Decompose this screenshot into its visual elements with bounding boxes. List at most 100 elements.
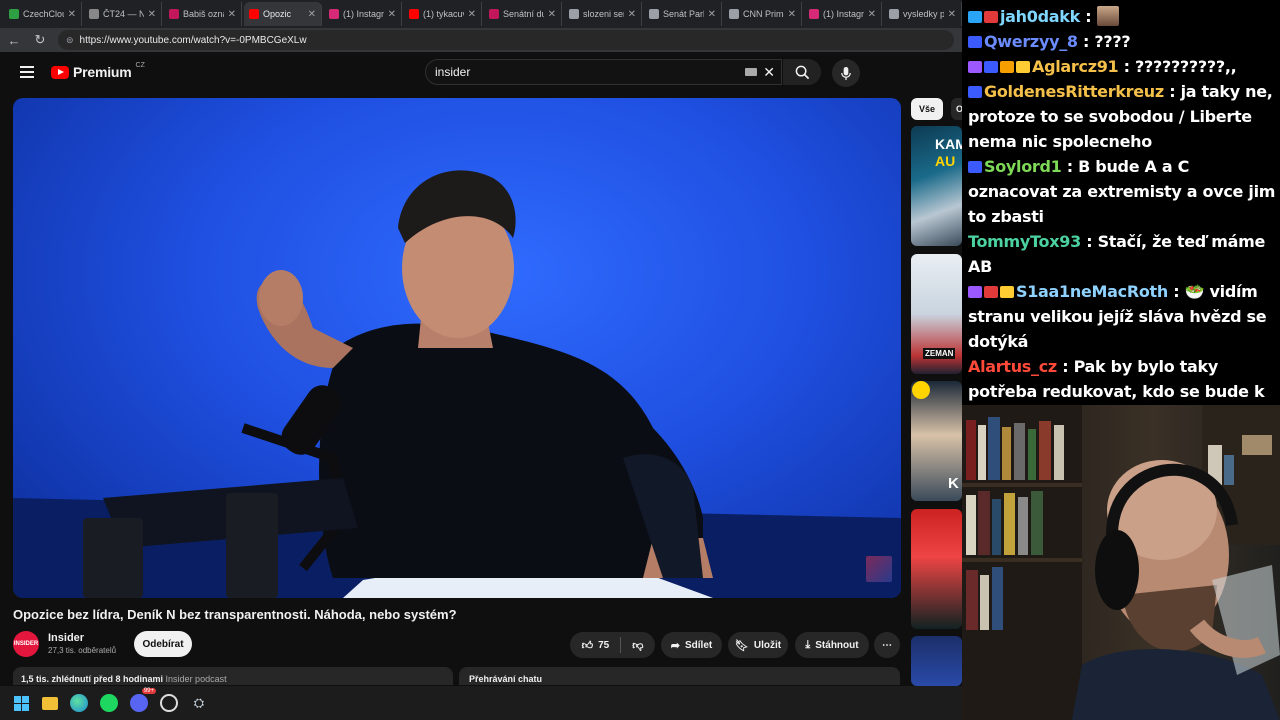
browser-tab[interactable]: ČT24 — Ne ✕ xyxy=(84,2,162,26)
browser-tab[interactable]: Babiš oznám ✕ xyxy=(164,2,242,26)
browser-tab[interactable]: (1) tykacuv ✕ xyxy=(404,2,482,26)
close-tab-icon[interactable]: ✕ xyxy=(548,9,556,20)
browser-tab[interactable]: Senát Parlam ✕ xyxy=(644,2,722,26)
browser-tab[interactable]: Senátní dur ✕ xyxy=(484,2,562,26)
menu-icon[interactable] xyxy=(20,66,34,78)
share-button[interactable]: ➦ Sdílet xyxy=(661,632,722,658)
site-info-icon[interactable]: ⊜ xyxy=(66,35,74,46)
miniplayer-thumbnail[interactable] xyxy=(866,556,892,582)
tab-favicon-icon xyxy=(889,9,899,19)
close-tab-icon[interactable]: ✕ xyxy=(228,9,236,20)
search-button[interactable] xyxy=(783,59,821,85)
youtube-logo[interactable]: Premium CZ xyxy=(51,62,145,80)
screen: CzechClou✕ČT24 — Ne✕Babiš oznám✕Opozic✕(… xyxy=(0,0,1280,720)
chat-badge-icon xyxy=(1000,61,1014,73)
reload-icon[interactable]: ↻ xyxy=(32,32,48,48)
discord-icon[interactable]: 99+ xyxy=(130,688,156,712)
browser-tab[interactable]: Opozic ✕ xyxy=(244,2,322,26)
recommended-video-thumbnail[interactable]: ZEMAN xyxy=(911,254,962,374)
tab-title: Opozic xyxy=(263,9,292,19)
video-frame xyxy=(13,170,901,598)
channel-name[interactable]: Insider xyxy=(48,632,84,644)
thumbnail-tag: ZEMAN xyxy=(923,348,956,359)
chat-badge-icon xyxy=(968,86,982,98)
browser-tab[interactable]: slozeni sena ✕ xyxy=(564,2,642,26)
tab-title: Senát Parlam xyxy=(663,9,704,19)
close-tab-icon[interactable]: ✕ xyxy=(468,9,476,20)
chat-separator: : xyxy=(1056,357,1074,376)
close-tab-icon[interactable]: ✕ xyxy=(308,9,316,20)
url-text: https://www.youtube.com/watch?v=-0PMBCGe… xyxy=(79,34,307,46)
save-button[interactable]: 🔖︎ Uložit xyxy=(728,632,788,658)
chat-message: S1aa1neMacRoth : 🥗 vidím stranu velikou … xyxy=(968,279,1276,354)
stream-chat-overlay: jah0dakk : Qwerzyy_8 : ???? Aglarcz91 : ?… xyxy=(962,0,1280,451)
steam-icon[interactable]: ⛭ xyxy=(190,694,208,712)
browser-tab[interactable]: (1) Instagram ✕ xyxy=(324,2,402,26)
chat-badge-icon xyxy=(1000,286,1014,298)
chat-username: jah0dakk xyxy=(1000,7,1080,26)
like-button[interactable]: 👍︎ xyxy=(582,639,594,652)
chat-message: Soylord1 : B bude A a C oznacovat za ext… xyxy=(968,154,1276,229)
recommended-video-thumbnail[interactable] xyxy=(911,509,962,629)
clear-search-icon[interactable]: ✕ xyxy=(763,64,775,81)
tab-title: CNN Prima xyxy=(743,9,784,19)
voice-search-button[interactable] xyxy=(832,59,860,87)
file-explorer-icon[interactable] xyxy=(42,696,58,710)
close-tab-icon[interactable]: ✕ xyxy=(628,9,636,20)
chat-badge-icon xyxy=(968,36,982,48)
chat-badge-icon xyxy=(984,61,998,73)
search-icon xyxy=(795,65,809,79)
browser-tab[interactable]: vysledky pa ✕ xyxy=(884,2,962,26)
browser-tab[interactable]: (1) Instagram ✕ xyxy=(804,2,882,26)
tab-favicon-icon xyxy=(169,9,179,19)
browser-tab[interactable]: CzechClou ✕ xyxy=(4,2,82,26)
tab-favicon-icon xyxy=(409,9,419,19)
video-player[interactable] xyxy=(13,98,901,598)
youtube-brand: Premium xyxy=(73,64,132,80)
tab-title: Senátní dur xyxy=(503,9,544,19)
like-count[interactable]: 75 xyxy=(598,640,609,651)
search-input[interactable]: insider ✕ xyxy=(425,59,782,85)
back-arrow-icon[interactable]: ← xyxy=(6,33,22,48)
recommended-video-thumbnail[interactable]: K xyxy=(911,381,962,501)
close-tab-icon[interactable]: ✕ xyxy=(388,9,396,20)
subscribe-button[interactable]: Odebírat xyxy=(134,631,192,657)
download-button[interactable]: ⤓ Stáhnout xyxy=(795,632,869,658)
thumbnail-letter: K xyxy=(948,475,959,492)
chat-badge-icon xyxy=(968,286,982,298)
description-tag[interactable]: Insider podcast xyxy=(166,674,227,684)
spotify-icon[interactable] xyxy=(100,694,118,712)
recommended-video-thumbnail[interactable] xyxy=(911,636,962,686)
edge-browser-icon[interactable] xyxy=(70,694,88,712)
recommended-video-thumbnail[interactable]: KAM AU xyxy=(911,126,962,246)
divider xyxy=(620,637,622,653)
browser-tab[interactable]: CNN Prima ✕ xyxy=(724,2,802,26)
close-tab-icon[interactable]: ✕ xyxy=(68,9,76,20)
discord-notification-badge: 99+ xyxy=(141,688,156,694)
channel-avatar[interactable]: INSIDER xyxy=(13,631,39,657)
share-label: Sdílet xyxy=(684,639,713,651)
search-query: insider xyxy=(435,65,471,79)
description-box[interactable]: 1,5 tis. zhlédnutí před 8 hodinami Insid… xyxy=(13,667,453,685)
filter-chip-all[interactable]: Vše xyxy=(911,98,943,120)
close-tab-icon[interactable]: ✕ xyxy=(788,9,796,20)
chat-separator: : xyxy=(1061,157,1079,176)
tab-favicon-icon xyxy=(329,9,339,19)
close-tab-icon[interactable]: ✕ xyxy=(148,9,156,20)
address-bar[interactable]: ⊜ https://www.youtube.com/watch?v=-0PMBC… xyxy=(58,30,954,50)
close-tab-icon[interactable]: ✕ xyxy=(868,9,876,20)
chat-username: GoldenesRitterkreuz xyxy=(984,82,1164,101)
close-tab-icon[interactable]: ✕ xyxy=(708,9,716,20)
download-label: Stáhnout xyxy=(815,639,859,651)
browser-toolbar: ← ↻ ⊜ https://www.youtube.com/watch?v=-0… xyxy=(0,28,962,52)
windows-start-icon[interactable] xyxy=(12,694,30,712)
obs-icon[interactable] xyxy=(160,694,178,712)
close-tab-icon[interactable]: ✕ xyxy=(948,9,956,20)
more-actions-button[interactable]: ⋯ xyxy=(874,632,900,658)
chat-username: S1aa1neMacRoth xyxy=(1016,282,1168,301)
dislike-button[interactable]: 👎︎ xyxy=(632,639,643,652)
chat-replay-panel[interactable]: Přehrávání chatu xyxy=(459,667,900,685)
keyboard-icon[interactable] xyxy=(745,68,758,76)
browser-tab-strip: CzechClou✕ČT24 — Ne✕Babiš oznám✕Opozic✕(… xyxy=(0,0,962,28)
chat-separator: : xyxy=(1080,232,1098,251)
